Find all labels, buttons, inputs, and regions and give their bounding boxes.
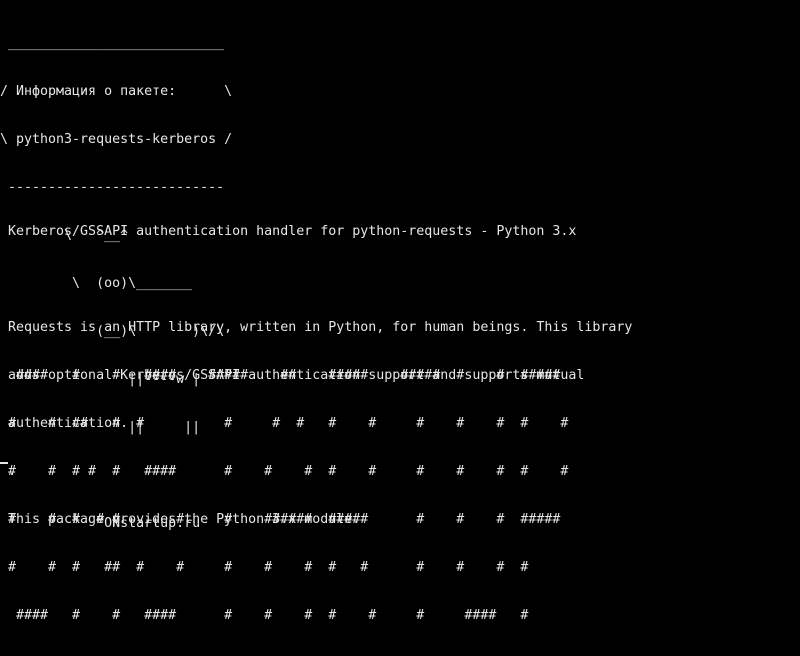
cowsay-line: \ python3-requests-kerberos / [0, 132, 233, 147]
description-line: Requests is an HTTP library, written in … [0, 320, 633, 335]
description-line [0, 272, 632, 288]
cowsay-line: ___________________________ [0, 36, 225, 51]
banner-line: # # ## # # # # # # # # # # # # [0, 416, 569, 431]
package-summary: Kerberos/GSSAPI authentication handler f… [0, 224, 577, 239]
onstartup-ascii-banner: #### # # #### ##### ## ##### ##### # # #… [0, 336, 568, 656]
banner-line: #### # # #### ##### ## ##### ##### # # #… [0, 368, 561, 383]
terminal-screen[interactable]: ___________________________ / Информация… [0, 0, 800, 623]
banner-line: # # # # # #### # # # # # # # # # # [0, 464, 569, 479]
cowsay-line: / Информация о пакете: \ [0, 84, 233, 99]
banner-line: #### # # #### # # # # # # #### # [0, 608, 529, 623]
text-cursor [0, 462, 8, 464]
banner-line: # # # ## # # # # # # # # # # # [0, 560, 529, 575]
banner-line: # # # # # # # ###### ##### # # # ##### [0, 512, 561, 527]
